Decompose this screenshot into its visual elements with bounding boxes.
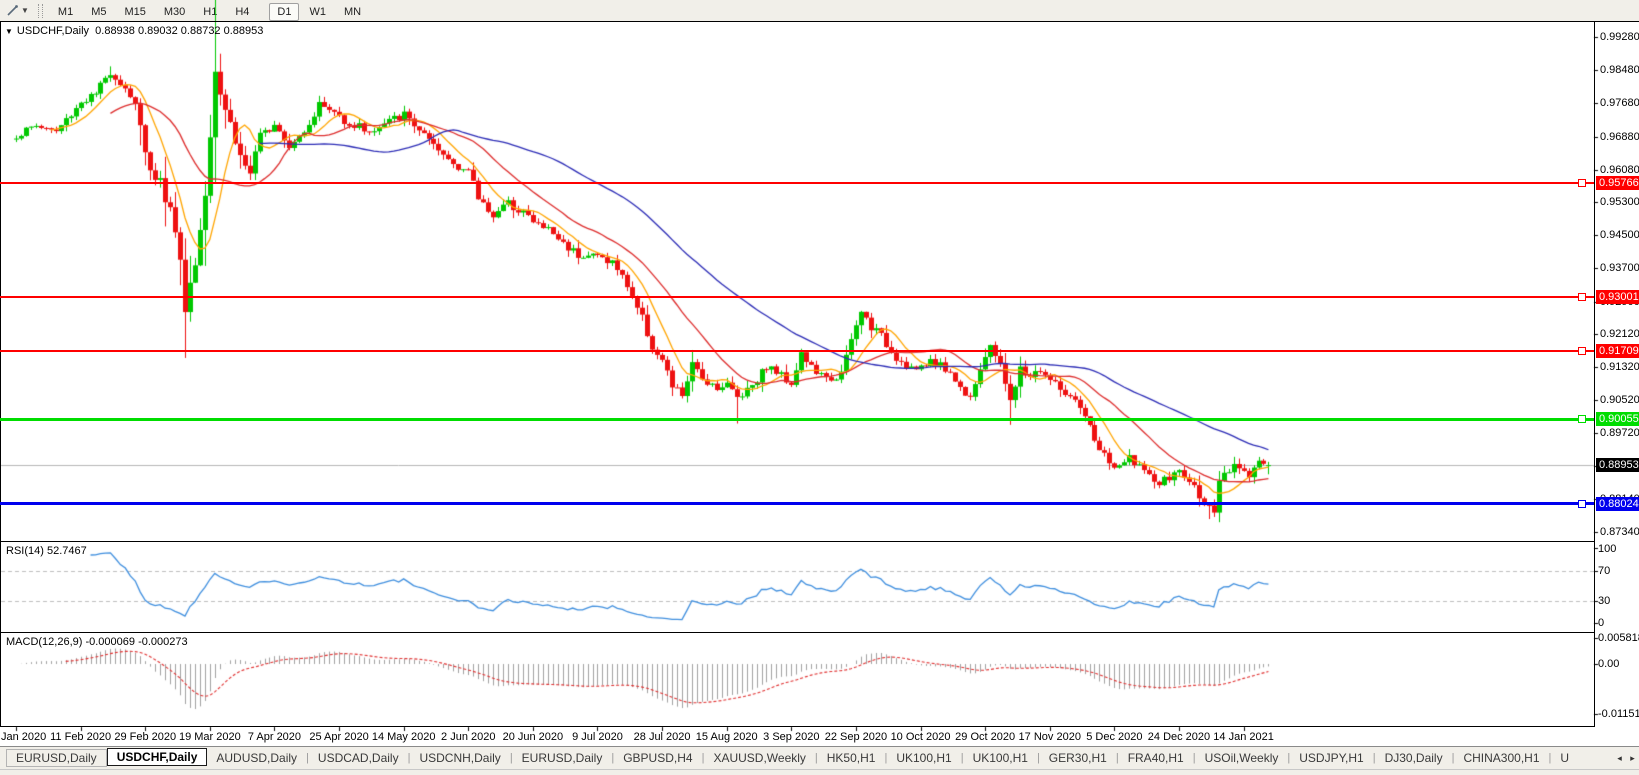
price-line-label: 0.95766 — [1596, 175, 1639, 190]
price-tick-label: 0.91320 — [1600, 361, 1639, 373]
rsi-scale-label: 30 — [1598, 594, 1611, 607]
tab-usoil-weekly[interactable]: USOil,Weekly — [1196, 749, 1288, 767]
price-scale-border — [1594, 21, 1595, 727]
date-tick-label: 17 Nov 2020 — [1018, 731, 1081, 743]
date-tick-label: 7 Apr 2020 — [247, 731, 302, 743]
horizontal-line-0-95766[interactable] — [0, 181, 1594, 184]
status-strip — [0, 769, 1639, 775]
tab-eurusd-daily[interactable]: EURUSD,Daily — [513, 749, 612, 767]
tab-fra40-h1[interactable]: FRA40,H1 — [1119, 749, 1193, 767]
price-line-label: 0.91709 — [1596, 343, 1639, 358]
date-tick-label: 20 Jun 2020 — [502, 731, 564, 743]
chart-canvas[interactable] — [0, 0, 1639, 746]
horizontal-line-0-93001[interactable] — [0, 296, 1594, 299]
horizontal-line-marker[interactable] — [1578, 499, 1586, 508]
price-tick-label: 0.93700 — [1600, 262, 1639, 275]
horizontal-line-marker[interactable] — [1578, 293, 1586, 302]
macd-scale-label: 0.005818 — [1598, 632, 1639, 645]
macd-pane-separator[interactable] — [0, 632, 1595, 633]
price-tick-label: 0.89720 — [1600, 427, 1639, 440]
rsi-scale-label: 100 — [1598, 543, 1617, 555]
price-tick-label: 0.97680 — [1600, 97, 1639, 110]
tab-usdjpy-h1[interactable]: USDJPY,H1 — [1290, 749, 1372, 767]
tab-usdchf-daily[interactable]: USDCHF,Daily — [106, 748, 208, 766]
rsi-indicator-label: RSI(14) 52.7467 — [6, 545, 87, 557]
price-line-label: 0.93001 — [1596, 290, 1639, 305]
current-price-label: 0.88953 — [1596, 458, 1639, 473]
tab-gbpusd-h4[interactable]: GBPUSD,H4 — [614, 749, 701, 767]
date-tick-label: 14 May 2020 — [371, 731, 436, 743]
tab-china300-h1[interactable]: CHINA300,H1 — [1454, 749, 1548, 767]
price-tick-label: 0.94500 — [1600, 229, 1639, 242]
date-tick-label: 3 Sep 2020 — [763, 731, 820, 743]
horizontal-line-marker[interactable] — [1578, 346, 1586, 355]
tab-uk100-h1[interactable]: UK100,H1 — [964, 749, 1037, 767]
tab-usdcad-daily[interactable]: USDCAD,Daily — [309, 749, 408, 767]
macd-indicator-label: MACD(12,26,9) -0.000069 -0.000273 — [6, 636, 188, 648]
tab-usdcnh-daily[interactable]: USDCNH,Daily — [410, 749, 509, 767]
price-tick-label: 0.99280 — [1600, 31, 1639, 43]
tab-eurusd-daily[interactable]: EURUSD,Daily — [6, 749, 107, 767]
chart-title-text: USDCHF,Daily 0.88938 0.89032 0.88732 0.8… — [16, 25, 264, 37]
price-tick-label: 0.90520 — [1600, 394, 1639, 407]
horizontal-line-0-91709[interactable] — [0, 349, 1594, 352]
tab-ger30-h1[interactable]: GER30,H1 — [1040, 749, 1116, 767]
date-tick-label: 15 Aug 2020 — [695, 731, 758, 743]
price-line-label: 0.90055 — [1596, 412, 1639, 427]
mt4-window: ▼ M1M5M15M30H1H4D1W1MN ▼USDCHF,Daily 0.8… — [0, 0, 1639, 775]
tabs-scroll-left-button[interactable]: ◂ — [1613, 753, 1626, 764]
horizontal-line-marker[interactable] — [1578, 178, 1586, 187]
date-tick-label: 9 Jul 2020 — [572, 731, 623, 743]
tab-audusd-daily[interactable]: AUDUSD,Daily — [207, 749, 306, 767]
chart-top-border — [0, 21, 1639, 22]
chart-left-border — [0, 21, 1, 727]
price-tick-label: 0.96880 — [1600, 130, 1639, 143]
rsi-scale-label: 0 — [1598, 617, 1605, 629]
horizontal-line-marker[interactable] — [1578, 415, 1586, 424]
tabs-scroll-right-button[interactable]: ▸ — [1626, 753, 1639, 764]
price-tick-label: 0.92120 — [1600, 327, 1639, 340]
date-tick-label: 22 Sep 2020 — [824, 731, 888, 743]
date-tick-label: 2 Jun 2020 — [441, 731, 496, 743]
macd-scale-label: 0.00 — [1598, 658, 1620, 670]
chart-tabs: EURUSD,Daily USDCHF,Daily AUDUSD,Daily | USD… — [0, 747, 1613, 769]
horizontal-line-0-88024[interactable] — [0, 502, 1594, 506]
date-tick-label: 29 Oct 2020 — [955, 731, 1016, 743]
date-tick-label: 25 Apr 2020 — [309, 731, 369, 743]
date-tick-label: 10 Oct 2020 — [890, 731, 951, 743]
tab-hk50-h1[interactable]: HK50,H1 — [818, 749, 885, 767]
tab-xauusd-weekly[interactable]: XAUUSD,Weekly — [704, 749, 814, 767]
date-tick-label: 23 Jan 2020 — [0, 731, 47, 743]
chart-tab-bar: EURUSD,Daily USDCHF,Daily AUDUSD,Daily | USD… — [0, 746, 1639, 769]
date-tick-label: 28 Jul 2020 — [633, 731, 691, 743]
date-tick-label: 14 Jan 2021 — [1213, 731, 1274, 743]
chart-dropdown-icon[interactable]: ▼ — [5, 27, 13, 36]
price-tick-label: 0.87340 — [1600, 525, 1639, 538]
price-tick-label: 0.98480 — [1600, 64, 1639, 77]
tab-overflow[interactable]: U — [1551, 749, 1578, 767]
rsi-pane-separator[interactable] — [0, 541, 1595, 542]
horizontal-line-0-90055[interactable] — [0, 417, 1594, 421]
macd-scale-label: -0.011514 — [1598, 708, 1639, 721]
date-tick-label: 11 Feb 2020 — [50, 731, 112, 743]
price-line-label: 0.88024 — [1596, 496, 1639, 511]
date-tick-label: 5 Dec 2020 — [1086, 731, 1143, 743]
tab-dj30-daily[interactable]: DJ30,Daily — [1376, 749, 1452, 767]
rsi-scale-label: 70 — [1598, 564, 1611, 577]
price-tick-label: 0.95300 — [1600, 196, 1639, 208]
date-tick-label: 24 Dec 2020 — [1147, 731, 1211, 743]
price-tick-label: 0.96080 — [1600, 163, 1639, 176]
date-tick-label: 29 Feb 2020 — [114, 731, 177, 743]
chart-title: ▼ USDCHF,Daily 0.88938 0.89032 0.88732 0.… — [5, 25, 263, 37]
date-tick-label: 19 Mar 2020 — [178, 731, 241, 743]
date-axis-separator — [0, 726, 1595, 727]
tab-uk100-h1[interactable]: UK100,H1 — [887, 749, 960, 767]
